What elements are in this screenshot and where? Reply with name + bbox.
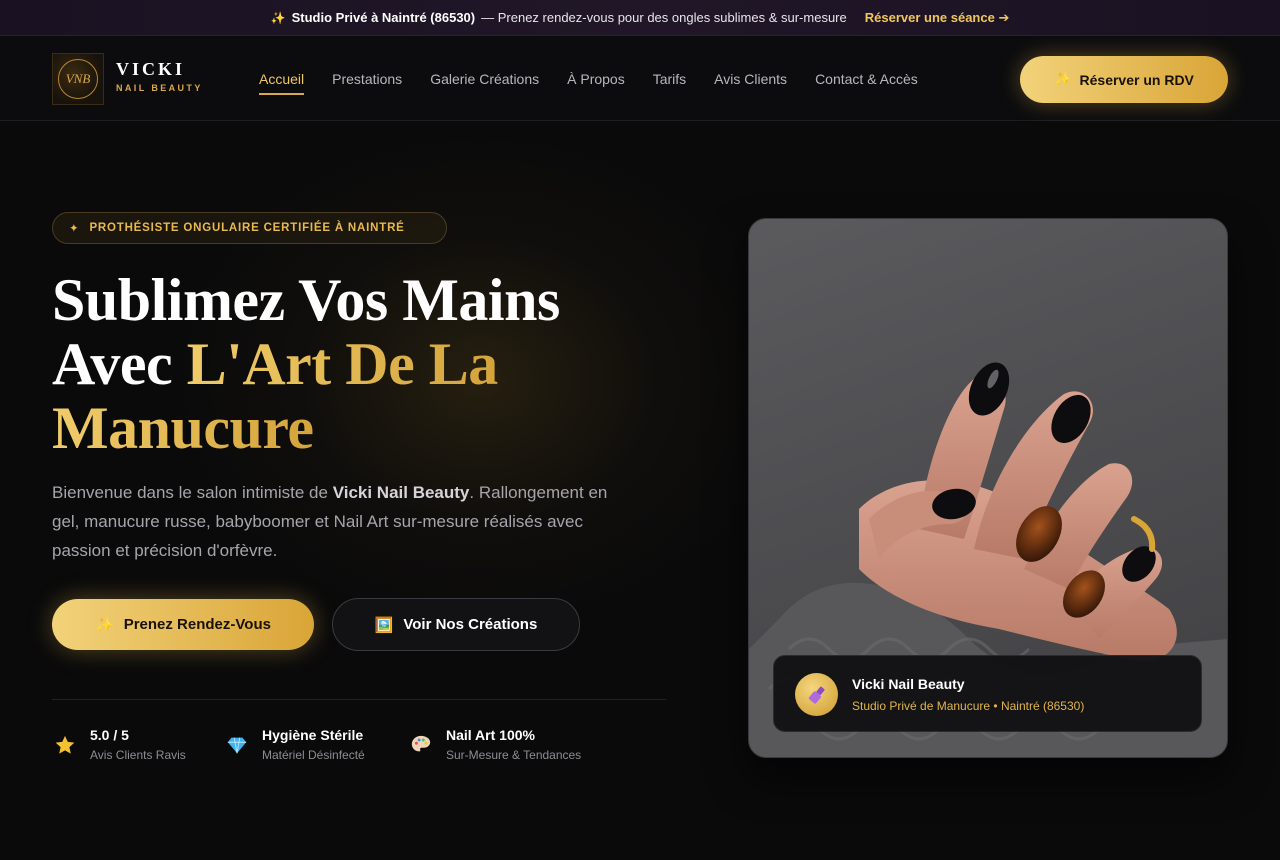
sparkle-icon: ✦ (69, 223, 80, 235)
announcement-location: Studio Privé à Naintré (86530) (291, 10, 476, 25)
announcement-bar: ✨ Studio Privé à Naintré (86530) — Prene… (0, 0, 1280, 36)
hero-title: Sublimez Vos Mains Avec L'Art De La Manu… (52, 268, 672, 460)
brand-subtitle: NAIL BEAUTY (116, 83, 203, 93)
hero-title-line3: Manucure (52, 395, 314, 461)
nav-item-accueil[interactable]: Accueil (259, 71, 305, 95)
stats-divider (52, 699, 666, 700)
badge-text: PROTHÉSISTE ONGULAIRE CERTIFIÉE À NAINTR… (89, 222, 405, 234)
stat-nail-art: Nail Art 100% Sur-Mesure & Tendances (408, 726, 581, 766)
nav-item-contact[interactable]: Contact & Accès (815, 71, 918, 95)
nav-item-avis[interactable]: Avis Clients (714, 71, 787, 95)
site-header: VNB VICKI NAIL BEAUTY Accueil Prestation… (0, 37, 1280, 121)
hero-desc-part1: Bienvenue dans le salon intimiste de (52, 483, 333, 502)
logo-monogram: VNB (58, 59, 98, 99)
stat-hygiene: Hygiène Stérile Matériel Désinfecté (224, 726, 365, 766)
stat-nail-art-sub: Sur-Mesure & Tendances (446, 748, 582, 762)
hero-desc-brand: Vicki Nail Beauty (332, 483, 470, 502)
book-appointment-button[interactable]: ✨ Réserver un RDV (1020, 56, 1228, 103)
sparkles-icon: ✨ (270, 10, 286, 25)
nail-polish-icon (795, 673, 838, 716)
studio-info-title: Vicki Nail Beauty (852, 676, 965, 692)
hero-title-line2: Avec (52, 331, 187, 397)
view-gallery-label: Voir Nos Créations (403, 616, 538, 633)
book-now-button[interactable]: ✨ Prenez Rendez-Vous (52, 599, 314, 650)
sparkles-icon: ✨ (95, 616, 114, 634)
stat-rating-title: 5.0 / 5 (90, 727, 129, 743)
announcement-text: — Prenez rendez-vous pour des ongles sub… (481, 10, 847, 25)
diamond-icon (224, 732, 250, 758)
palette-icon (408, 732, 434, 758)
main-nav: Accueil Prestations Galerie Créations À … (259, 71, 918, 95)
nav-item-a-propos[interactable]: À Propos (567, 71, 625, 95)
stat-nail-art-title: Nail Art 100% (446, 727, 535, 743)
studio-info-subtitle: Studio Privé de Manucure • Naintré (8653… (852, 699, 1085, 713)
stat-rating-sub: Avis Clients Ravis (90, 748, 186, 762)
hero-title-line1: Sublimez Vos Mains (52, 267, 560, 333)
nav-item-tarifs[interactable]: Tarifs (653, 71, 686, 95)
hero-title-highlight: L'Art De La (186, 331, 499, 397)
certification-badge: ✦ PROTHÉSISTE ONGULAIRE CERTIFIÉE À NAIN… (52, 212, 447, 244)
book-now-label: Prenez Rendez-Vous (123, 616, 271, 633)
brand-name[interactable]: VICKI (116, 59, 185, 80)
picture-icon: 🖼️ (374, 616, 394, 634)
star-icon (52, 732, 78, 758)
announcement-book-link[interactable]: Réserver une séance ➔ (865, 10, 1010, 26)
stat-hygiene-title: Hygiène Stérile (262, 727, 364, 743)
logo[interactable]: VNB (52, 53, 104, 105)
book-appointment-label: Réserver un RDV (1079, 71, 1194, 88)
studio-info-card: Vicki Nail Beauty Studio Privé de Manucu… (773, 655, 1202, 732)
stat-hygiene-sub: Matériel Désinfecté (262, 748, 365, 762)
stat-rating: 5.0 / 5 Avis Clients Ravis (52, 726, 186, 766)
nav-item-galerie[interactable]: Galerie Créations (430, 71, 539, 95)
view-gallery-button[interactable]: 🖼️ Voir Nos Créations (332, 598, 580, 651)
sparkles-icon: ✨ (1054, 71, 1072, 87)
nav-item-prestations[interactable]: Prestations (332, 71, 402, 95)
hero-description: Bienvenue dans le salon intimiste de Vic… (52, 478, 612, 565)
